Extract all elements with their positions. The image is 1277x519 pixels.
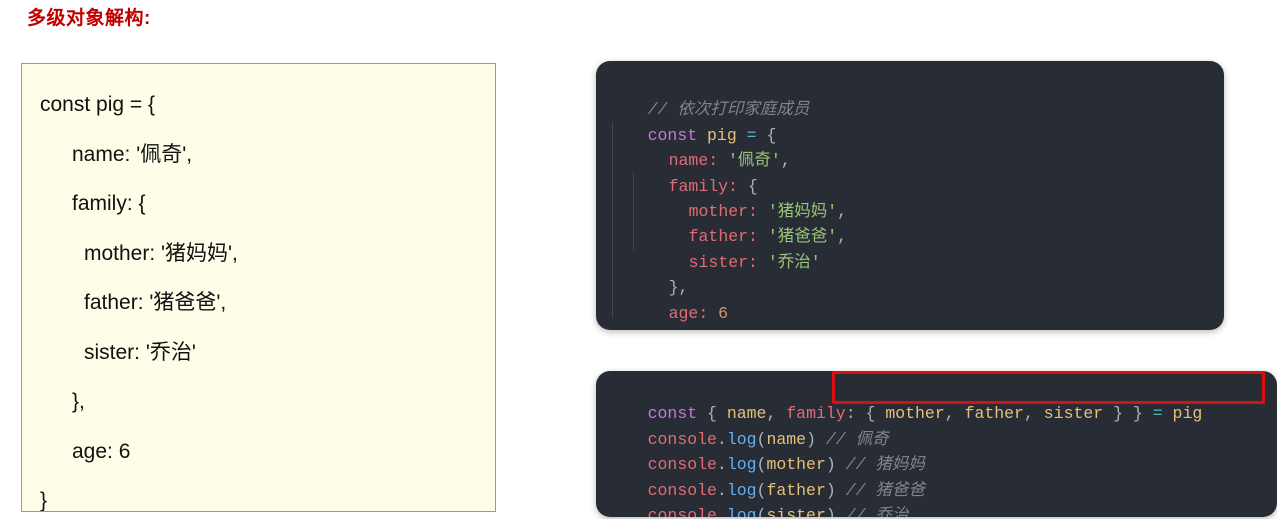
code-line: sister: '乔治' [84,340,196,364]
code-line: }, [668,278,689,298]
code-line-destructure: const { name, family: { mother, father, … [647,404,1203,424]
code-line: mother: '猪妈妈', [688,201,848,221]
code-line: father: '猪爸爸', [84,291,227,314]
code-line: mother: '猪妈妈', [84,241,238,265]
code-line: name: '佩奇', [72,142,193,166]
code-line: sister: '乔治' [688,252,821,272]
code-line-log: console.log(sister) // 乔治 [647,505,909,517]
code-line: family: { [72,192,146,215]
code-line: family: { [668,176,758,196]
destructuring-code-block: const { name, family: { mother, father, … [596,371,1277,517]
code-line-log: console.log(name) // 佩奇 [647,429,889,449]
code-line: } [40,489,48,512]
page-title: 多级对象解构: [27,8,151,29]
code-line: const pig = { [40,93,155,116]
code-line: } [596,301,1224,330]
code-line: name: '佩奇', [668,151,791,171]
code-line-log: console.log(mother) // 猪妈妈 [647,455,925,475]
indent-guide [612,122,613,318]
object-definition-code-block: // 依次打印家庭成员 const pig = { name: '佩奇', fa… [596,61,1224,330]
code-line: father: '猪爸爸', [688,227,848,247]
code-line: }, [72,390,85,413]
code-line: age: 6 [72,439,131,463]
code-line-log: console.log(father) // 猪爸爸 [647,480,925,500]
plain-code-panel: const pig = { name: '佩奇', family: { moth… [21,63,496,512]
code-line: const pig = { [647,125,777,145]
code-line: age: 6 [668,303,729,323]
indent-guide [633,172,634,250]
code-line-comment: // 依次打印家庭成员 [647,100,810,120]
